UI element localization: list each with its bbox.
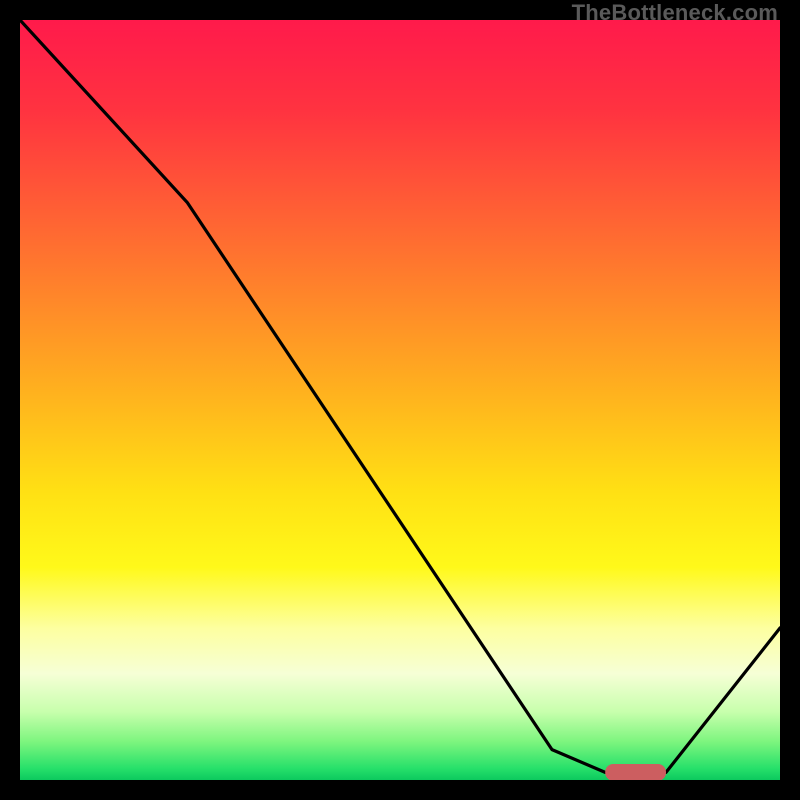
chart-frame [20, 20, 780, 780]
chart-svg [20, 20, 780, 780]
gradient-background [20, 20, 780, 780]
optimal-range-marker [605, 764, 666, 780]
watermark-text: TheBottleneck.com [572, 0, 778, 26]
